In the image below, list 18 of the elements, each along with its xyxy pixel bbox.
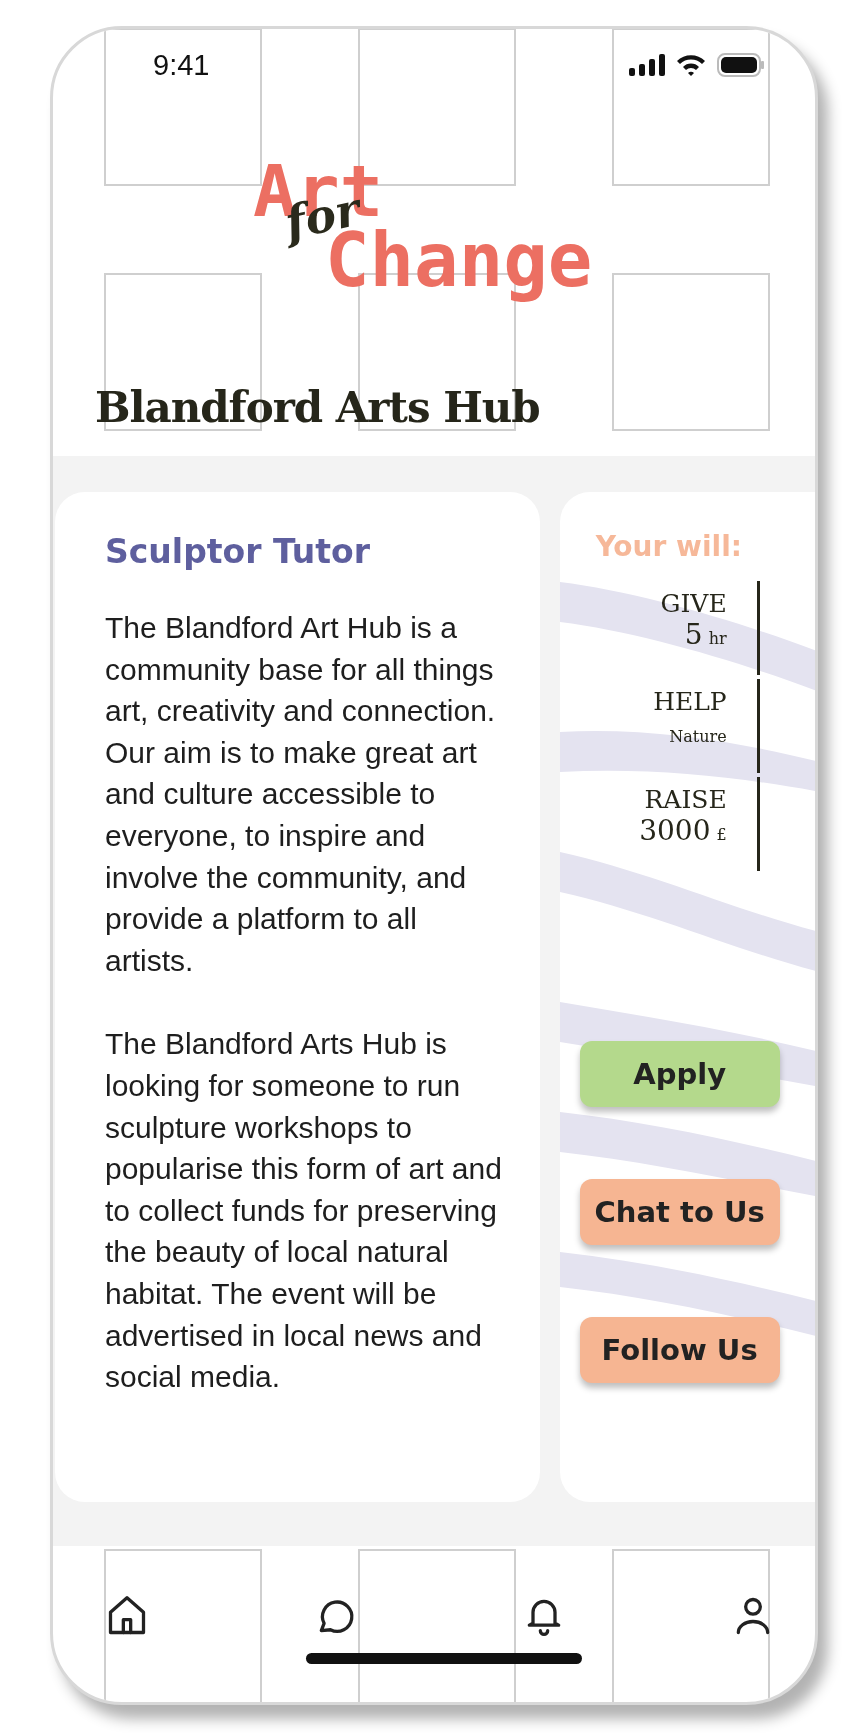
will-verb: GIVE xyxy=(660,589,727,618)
battery-icon xyxy=(717,53,765,77)
role-title: Sculptor Tutor xyxy=(105,532,372,571)
will-amount: Nature xyxy=(668,726,727,748)
status-time: 9:41 xyxy=(153,48,210,82)
wifi-icon xyxy=(675,53,707,77)
will-verb: HELP xyxy=(653,687,727,716)
action-button[interactable]: Apply xyxy=(579,1041,780,1107)
action-button[interactable]: Follow Us xyxy=(579,1317,780,1383)
action-button[interactable]: Chat to Us xyxy=(579,1179,780,1245)
page-title: Blandford Arts Hub xyxy=(95,383,541,432)
will-heading: Your will: xyxy=(595,530,742,563)
will-amount: 5 hr xyxy=(684,618,727,652)
description-paragraph: The Blandford Arts Hub is looking for someone to run sculpture workshops to popularise this form of art and to collect funds for preserving the beauty of local natural habitat. The event will be advertised in local news and social media. xyxy=(105,1026,503,1396)
will-verb: RAISE xyxy=(644,785,727,814)
will-amount: 3000 £ xyxy=(639,814,727,848)
description-paragraph: The Blandford Art Hub is a community base for all things art, creativity and connection. Our aim is to make great art and culture accessible to everyone, to inspire and involve the community, and provide a platform to all artists. xyxy=(105,610,497,979)
signal-icon xyxy=(629,54,665,76)
